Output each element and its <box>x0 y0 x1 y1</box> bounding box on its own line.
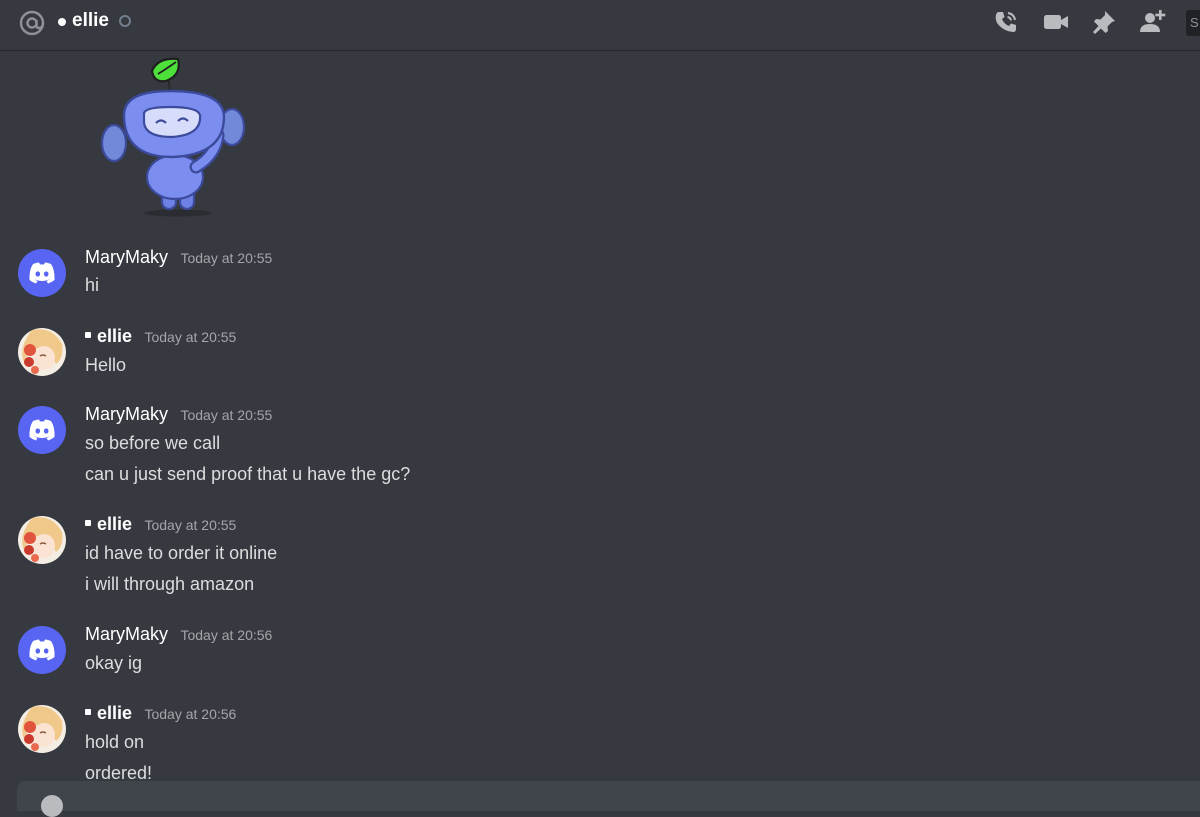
timestamp: Today at 20:56 <box>144 706 237 722</box>
avatar[interactable] <box>18 406 66 454</box>
call-icon[interactable] <box>992 8 1020 36</box>
timestamp: Today at 20:56 <box>180 627 273 643</box>
timestamp: Today at 20:55 <box>144 517 237 533</box>
timestamp: Today at 20:55 <box>144 329 237 345</box>
anime-avatar-image <box>18 705 66 753</box>
discord-logo-icon <box>29 262 55 284</box>
avatar[interactable] <box>18 626 66 674</box>
anime-avatar-image <box>18 516 66 564</box>
attach-plus-icon[interactable] <box>41 795 63 817</box>
timestamp: Today at 20:55 <box>180 250 273 266</box>
at-icon <box>19 10 45 36</box>
avatar[interactable] <box>18 705 66 753</box>
message-text: i will through amazon <box>85 574 255 594</box>
avatar[interactable] <box>18 328 66 376</box>
anime-avatar-image <box>18 328 66 376</box>
channel-name: ellie <box>72 10 109 31</box>
status-dot <box>85 332 91 338</box>
search-input[interactable]: S <box>1186 10 1200 36</box>
message-header: MaryMaky Today at 20:56 <box>85 624 272 645</box>
discord-logo-icon <box>29 419 55 441</box>
video-icon[interactable] <box>1042 8 1070 36</box>
channel-header: ellie S <box>0 0 1200 51</box>
add-friend-icon[interactable] <box>1139 8 1167 36</box>
status-dot <box>85 709 91 715</box>
message-text: hold on <box>85 732 145 752</box>
message-text: so before we call <box>85 433 221 453</box>
discord-logo-icon <box>29 639 55 661</box>
message-text: Hello <box>85 355 127 375</box>
username[interactable]: ellie <box>97 514 132 534</box>
username[interactable]: MaryMaky <box>85 247 168 267</box>
username[interactable]: ellie <box>97 326 132 346</box>
message-header: ellie Today at 20:56 <box>85 703 236 724</box>
message-text: okay ig <box>85 653 143 673</box>
status-dot <box>58 18 66 26</box>
avatar[interactable] <box>18 516 66 564</box>
avatar[interactable] <box>18 249 66 297</box>
timestamp: Today at 20:55 <box>180 407 273 423</box>
message-header: MaryMaky Today at 20:55 <box>85 404 272 425</box>
status-dot <box>85 520 91 526</box>
message-header: ellie Today at 20:55 <box>85 326 236 347</box>
username[interactable]: MaryMaky <box>85 404 168 424</box>
message-header: ellie Today at 20:55 <box>85 514 236 535</box>
offline-status-icon <box>119 15 131 27</box>
username[interactable]: MaryMaky <box>85 624 168 644</box>
search-placeholder: S <box>1190 15 1199 30</box>
message-text: hi <box>85 275 100 295</box>
wumpus-sticker <box>100 57 246 217</box>
pin-icon[interactable] <box>1090 8 1118 36</box>
message-text: can u just send proof that u have the gc… <box>85 464 411 484</box>
message-text: id have to order it online <box>85 543 278 563</box>
message-input[interactable] <box>17 781 1200 817</box>
message-header: MaryMaky Today at 20:55 <box>85 247 272 268</box>
username[interactable]: ellie <box>97 703 132 723</box>
